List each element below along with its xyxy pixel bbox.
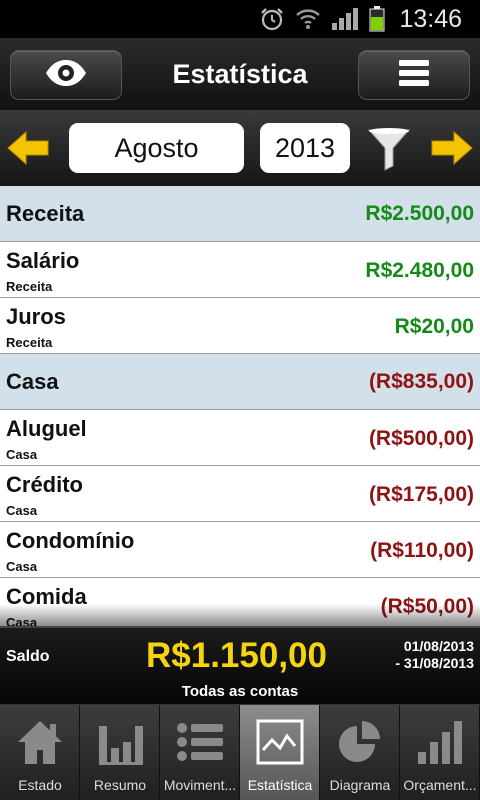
item-category: Casa (6, 559, 38, 574)
tab-movimentos[interactable]: Moviment... (160, 705, 240, 800)
view-button[interactable] (10, 50, 122, 100)
tab-estado[interactable]: Estado (0, 705, 80, 800)
category-total: R$2.500,00 (365, 202, 474, 225)
arrow-right-icon (430, 130, 474, 170)
item-category: Receita (6, 279, 53, 294)
period-filter-bar: Agosto 2013 (0, 110, 480, 186)
tab-label: Orçament... (403, 777, 477, 793)
balance-bar: Saldo R$1.150,00 01/08/2013 - 31/08/2013… (0, 626, 480, 704)
item-amount: R$2.480,00 (365, 259, 474, 282)
date-to: - 31/08/2013 (395, 655, 474, 671)
tab-label: Estatística (247, 777, 313, 793)
category-header-receita[interactable]: Receita R$2.500,00 (0, 186, 480, 242)
list-item[interactable]: Comida Casa (R$50,00) (0, 578, 480, 626)
page-title: Estatística (172, 58, 308, 89)
tab-label: Diagrama (329, 777, 391, 793)
list-item[interactable]: Salário Receita R$2.480,00 (0, 242, 480, 298)
tab-label: Moviment... (163, 777, 237, 793)
item-name: Condomínio (6, 528, 135, 553)
item-category: Casa (6, 447, 38, 462)
item-amount: (R$500,00) (368, 427, 474, 450)
tab-label: Resumo (93, 777, 147, 793)
item-name: Salário (6, 248, 80, 273)
item-name: Aluguel (6, 416, 87, 441)
tab-orcamento[interactable]: Orçament... (400, 705, 480, 800)
month-value: Agosto (114, 132, 199, 163)
account-selector[interactable]: Todas as contas (0, 683, 480, 700)
item-name: Juros (6, 304, 66, 329)
balance-label: Saldo (6, 648, 50, 665)
next-period-button[interactable] (430, 130, 474, 166)
status-time: 13:46 (399, 4, 462, 33)
title-bar: Estatística (0, 38, 480, 110)
menu-button[interactable] (358, 50, 470, 100)
tab-diagrama[interactable]: Diagrama (320, 705, 400, 800)
item-category: Casa (6, 615, 38, 626)
item-name: Crédito (6, 472, 83, 497)
list-item[interactable]: Condomínio Casa (R$110,00) (0, 522, 480, 578)
status-bar: 13:46 (0, 0, 480, 38)
ascending-bars-icon (412, 715, 468, 769)
list-item[interactable]: Crédito Casa (R$175,00) (0, 466, 480, 522)
filter-button[interactable] (366, 126, 412, 172)
category-header-casa[interactable]: Casa (R$835,00) (0, 354, 480, 410)
list-icon (172, 715, 228, 769)
previous-period-button[interactable] (6, 130, 50, 166)
wifi-icon (295, 7, 321, 31)
tab-resumo[interactable]: Resumo (80, 705, 160, 800)
pie-chart-icon (332, 715, 388, 769)
bottom-tab-bar: Estado Resumo Moviment... Estatística Di… (0, 704, 480, 800)
item-name: Comida (6, 584, 87, 609)
list-item[interactable]: Aluguel Casa (R$500,00) (0, 410, 480, 466)
item-category: Receita (6, 335, 53, 350)
battery-icon (369, 6, 385, 32)
month-selector[interactable]: Agosto (69, 123, 244, 173)
category-name: Receita (6, 201, 85, 226)
balance-date-range: 01/08/2013 - 31/08/2013 (395, 638, 474, 672)
arrow-left-icon (6, 130, 50, 170)
item-amount: (R$110,00) (370, 539, 474, 562)
item-amount: (R$175,00) (368, 483, 474, 506)
bar-chart-icon (92, 715, 148, 769)
funnel-icon (366, 128, 412, 176)
item-amount: (R$50,00) (380, 595, 474, 618)
signal-icon (331, 7, 359, 31)
balance-value: R$1.150,00 (146, 636, 327, 675)
line-chart-icon (252, 715, 308, 769)
list-item[interactable]: Juros Receita R$20,00 (0, 298, 480, 354)
eye-icon (44, 59, 88, 92)
category-name: Casa (6, 369, 59, 394)
alarm-icon (259, 7, 285, 31)
item-amount: R$20,00 (394, 315, 474, 338)
statistics-list[interactable]: Receita R$2.500,00 Salário Receita R$2.4… (0, 186, 480, 626)
year-selector[interactable]: 2013 (260, 123, 350, 173)
category-total: (R$835,00) (368, 370, 474, 393)
hamburger-menu-icon (399, 59, 429, 92)
year-value: 2013 (274, 132, 336, 163)
item-category: Casa (6, 503, 38, 518)
tab-estatistica[interactable]: Estatística (240, 705, 320, 800)
date-from: 01/08/2013 (403, 638, 474, 654)
tab-label: Estado (18, 777, 62, 793)
home-icon (12, 715, 68, 769)
